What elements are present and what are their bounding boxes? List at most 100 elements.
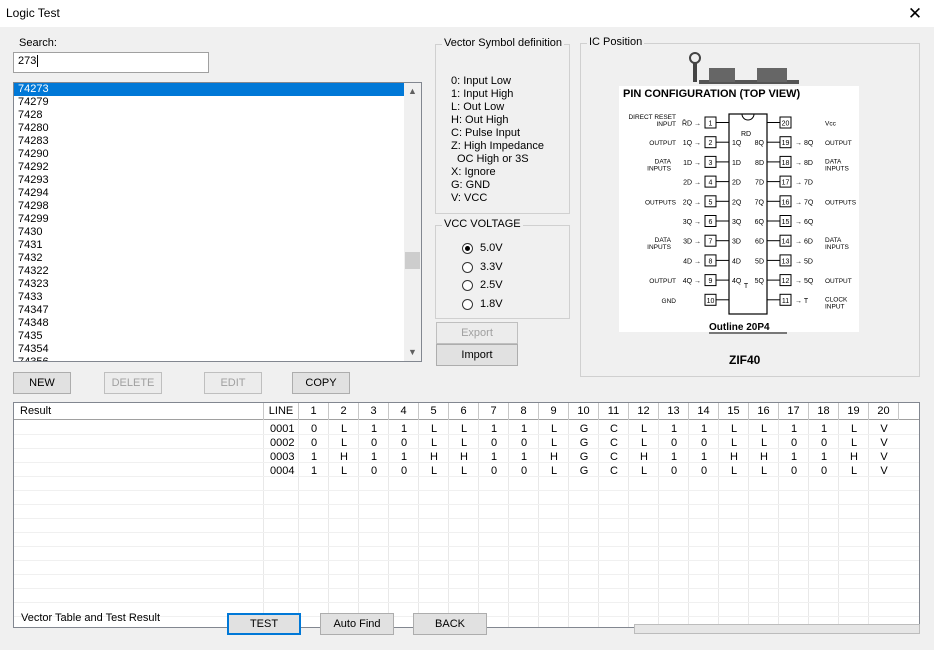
vector-table-header: Result LINE 1 2 3 4 5 6 7 8 9 10 11 12 13 14 15 16 17 18 19 2… — [14, 403, 919, 420]
right-pin-signal: → 7Q — [795, 199, 814, 206]
column-header[interactable]: 19 — [839, 403, 869, 420]
chip-list-item[interactable]: 74322 — [14, 265, 405, 278]
pin-config-heading: PIN CONFIGURATION (TOP VIEW) — [623, 88, 801, 100]
column-header[interactable]: 3 — [359, 403, 389, 420]
table-row[interactable]: 0002 0 L 0 0 L L 0 0 L G C L 0 0 L L 0 0 L V — [14, 436, 919, 450]
pin-cell: H — [430, 451, 438, 463]
pin-cell: L — [550, 437, 558, 449]
chip-list-item[interactable]: 74323 — [14, 278, 405, 291]
left-pin-label: DIRECT RESET — [628, 114, 676, 121]
column-header[interactable]: 11 — [599, 403, 629, 420]
column-header[interactable]: 5 — [419, 403, 449, 420]
right-pin-label: OUTPUT — [825, 140, 852, 147]
column-header[interactable]: 13 — [659, 403, 689, 420]
chip-list[interactable]: 74273 74279 7428 74280 74283 74290 74292 74293 7… — [13, 82, 422, 362]
column-header[interactable]: 14 — [689, 403, 719, 420]
inner-right-signal: 7D — [755, 180, 764, 187]
pin-cell: L — [760, 437, 768, 449]
chip-list-item[interactable]: 74290 — [14, 148, 405, 161]
chip-list-item[interactable]: 7432 — [14, 252, 405, 265]
column-header[interactable]: Result — [14, 403, 264, 420]
chip-list-item[interactable]: 74293 — [14, 174, 405, 187]
zif-socket-icon — [689, 52, 799, 84]
back-button[interactable]: BACK — [413, 613, 487, 635]
column-header[interactable]: 18 — [809, 403, 839, 420]
scroll-thumb[interactable] — [405, 252, 420, 269]
right-pin-label: INPUTS — [825, 165, 850, 172]
new-button[interactable]: NEW — [13, 372, 71, 394]
column-header[interactable]: 6 — [449, 403, 479, 420]
column-header[interactable]: 9 — [539, 403, 569, 420]
right-pin-number: 15 — [782, 219, 790, 226]
chip-list-item[interactable]: 7431 — [14, 239, 405, 252]
pin-cell: V — [880, 437, 888, 449]
column-header[interactable]: 12 — [629, 403, 659, 420]
pin-cell: 0 — [520, 465, 528, 477]
chip-list-item[interactable]: 74292 — [14, 161, 405, 174]
pin-cell: L — [730, 465, 738, 477]
right-pin-number: 11 — [782, 298, 789, 305]
table-row[interactable]: 0004 1 L 0 0 L L 0 0 L G C L 0 0 L L 0 0 L V — [14, 464, 919, 478]
chip-list-item[interactable]: 74298 — [14, 200, 405, 213]
chip-list-item[interactable]: 74280 — [14, 122, 405, 135]
chip-list-item[interactable]: 74348 — [14, 317, 405, 330]
inner-right-signal: 5Q — [755, 278, 765, 285]
pin-cell: 1 — [310, 465, 318, 477]
export-button[interactable]: Export — [436, 322, 518, 344]
pin-cell: 0 — [310, 437, 318, 449]
chip-list-item[interactable]: 74354 — [14, 343, 405, 356]
inner-left-signal: 3Q — [732, 219, 742, 226]
scroll-down-icon[interactable]: ▼ — [404, 344, 421, 361]
chip-list-item[interactable]: 74279 — [14, 96, 405, 109]
column-header[interactable]: 16 — [749, 403, 779, 420]
chip-list-item[interactable]: 74283 — [14, 135, 405, 148]
column-header[interactable]: 2 — [329, 403, 359, 420]
close-icon[interactable]: ✕ — [902, 3, 928, 25]
pin-cell: 1 — [670, 451, 678, 463]
edit-button[interactable]: EDIT — [204, 372, 262, 394]
import-button[interactable]: Import — [436, 344, 518, 366]
chip-list-item[interactable]: 7435 — [14, 330, 405, 343]
line-cell: 0004 — [270, 465, 295, 477]
pin-cell: L — [760, 465, 768, 477]
auto-find-button[interactable]: Auto Find — [320, 613, 394, 635]
delete-button[interactable]: DELETE — [104, 372, 162, 394]
chip-list-item[interactable]: 74273 — [14, 83, 405, 96]
inner-right-signal: 6D — [755, 239, 764, 246]
chip-list-scrollbar[interactable]: ▲ ▼ — [404, 83, 421, 361]
chip-list-item[interactable]: 7430 — [14, 226, 405, 239]
column-header[interactable]: 8 — [509, 403, 539, 420]
vector-table[interactable]: Result LINE 1 2 3 4 5 6 7 8 9 10 11 12 13 14 15 16 17 18 19 2… — [13, 402, 920, 628]
pin-cell: L — [430, 465, 438, 477]
scroll-up-icon[interactable]: ▲ — [404, 83, 421, 100]
search-input[interactable]: 273 — [13, 52, 209, 73]
chip-list-item[interactable]: 74356 — [14, 356, 405, 361]
chip-list-item[interactable]: 7433 — [14, 291, 405, 304]
chip-list-item[interactable]: 7428 — [14, 109, 405, 122]
right-pin-number: 16 — [782, 199, 790, 206]
table-row[interactable]: 0001 0 L 1 1 L L 1 1 L G C L 1 1 L L 1 1 L V — [14, 422, 919, 436]
pin-cell: 0 — [670, 465, 678, 477]
table-row[interactable]: 0003 1 H 1 1 H H 1 1 H G C H 1 1 H H 1 1 H V — [14, 450, 919, 464]
chip-list-item[interactable]: 74347 — [14, 304, 405, 317]
chip-list-item[interactable]: 74294 — [14, 187, 405, 200]
column-header[interactable]: 15 — [719, 403, 749, 420]
column-header[interactable]: 7 — [479, 403, 509, 420]
column-header[interactable]: 10 — [569, 403, 599, 420]
copy-button[interactable]: COPY — [292, 372, 350, 394]
chip-list-item[interactable]: 74299 — [14, 213, 405, 226]
pin-cell: 0 — [790, 465, 798, 477]
inner-right-signal: 6Q — [755, 219, 765, 226]
test-button[interactable]: TEST — [227, 613, 301, 635]
left-pin-signal: R̄D → — [682, 119, 701, 127]
pin-cell: 1 — [370, 423, 378, 435]
column-header[interactable]: 4 — [389, 403, 419, 420]
pin-cell: 1 — [820, 451, 828, 463]
column-header[interactable]: 1 — [299, 403, 329, 420]
column-header[interactable]: 20 — [869, 403, 899, 420]
pin-cell: L — [850, 437, 858, 449]
pin-cell: L — [340, 423, 348, 435]
column-header[interactable]: 17 — [779, 403, 809, 420]
radio-icon — [462, 280, 473, 291]
column-header[interactable]: LINE — [264, 403, 299, 420]
